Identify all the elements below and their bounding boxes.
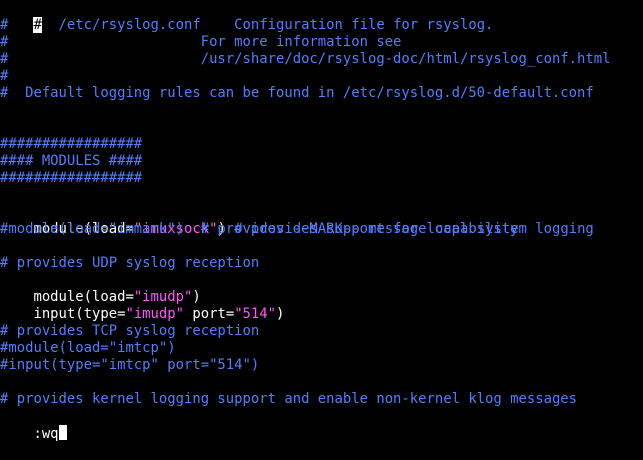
editor-line-2: # [0, 17, 9, 33]
editor-line-14: #module(load="immark") # provides --MARK… [0, 221, 519, 237]
editor-line-11: ################# [0, 170, 143, 186]
command-cursor [58, 425, 67, 440]
comment-text: /etc/rsyslog.conf Configuration file for… [41, 17, 494, 33]
code-text: input(type= [33, 306, 126, 322]
string-literal: "imudp" [125, 306, 184, 322]
text-cursor: # [33, 17, 42, 33]
code-text: ) [276, 306, 285, 322]
editor-line-6: # Default logging rules can be found in … [0, 85, 594, 101]
editor-line-4: # /usr/share/doc/rsyslog-doc/html/rsyslo… [0, 51, 611, 67]
editor-line-22: #input(type="imtcp" port="514") [0, 357, 260, 373]
editor-line-3: # For more information see [0, 34, 402, 50]
editor-line-13: module(load="imuxsock") # provides suppo… [0, 204, 593, 237]
editor-line-10: #### MODULES #### [0, 153, 143, 169]
command-line[interactable]: :wq [0, 408, 67, 442]
command-text: :wq [33, 426, 59, 442]
editor-line-16: # provides UDP syslog reception [0, 255, 260, 271]
editor-line-1: # /etc/rsyslog.conf Configuration file f… [0, 0, 493, 33]
editor-line-17: module(load="imudp") [0, 272, 200, 305]
editor-line-9: ################# [0, 136, 143, 152]
editor-line-21: #module(load="imtcp") [0, 340, 176, 356]
editor-line-20: # provides TCP syslog reception [0, 323, 260, 339]
code-text: port= [184, 306, 235, 322]
editor-line-5: # [0, 68, 9, 84]
editor-line-18: input(type="imudp" port="514") [0, 289, 284, 322]
editor-line-24: # provides kernel logging support and en… [0, 391, 578, 407]
string-literal: "514" [234, 306, 277, 322]
terminal-window[interactable]: # /etc/rsyslog.conf Configuration file f… [0, 0, 643, 442]
